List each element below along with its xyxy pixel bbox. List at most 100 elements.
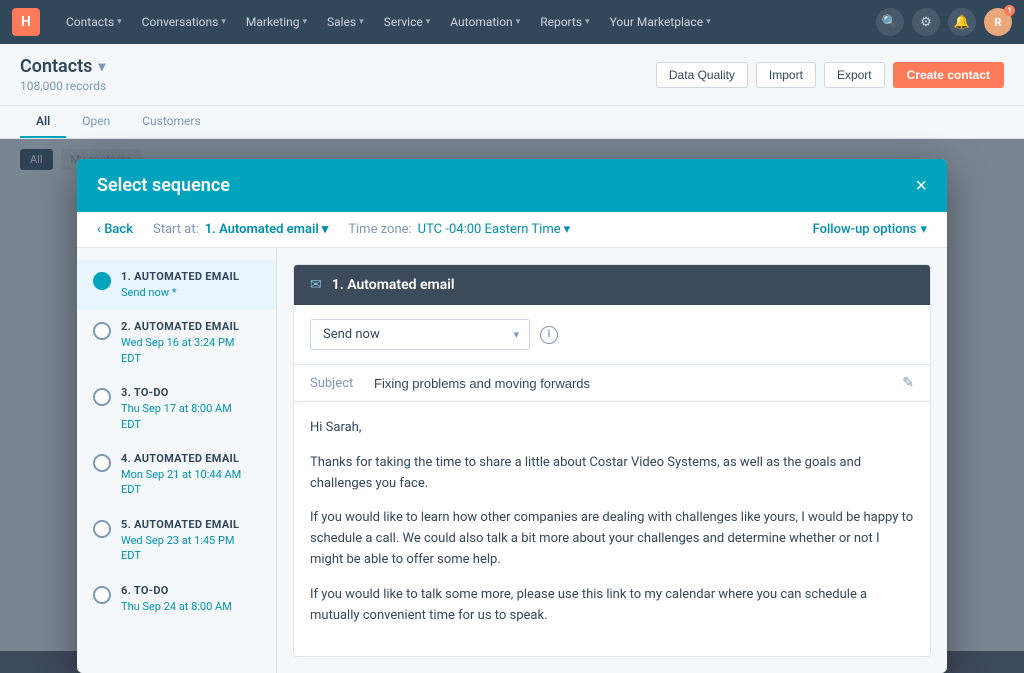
data-quality-button[interactable]: Data Quality — [656, 62, 748, 88]
chevron-down-icon: ▾ — [564, 222, 571, 237]
followup-options-button[interactable]: Follow-up options ▾ — [813, 222, 927, 237]
timezone-value[interactable]: UTC -04:00 Eastern Time ▾ — [418, 222, 571, 237]
chevron-down-icon: ▾ — [359, 17, 364, 27]
step-indicator — [93, 454, 111, 472]
edit-icon: ✎ — [902, 375, 914, 391]
select-sequence-modal: Select sequence × ‹ Back Start at: 1. Au… — [77, 159, 947, 673]
chevron-down-icon: ▾ — [426, 17, 431, 27]
step-time: Wed Sep 23 at 1:45 PM EDT — [121, 533, 239, 564]
nav-reports[interactable]: Reports ▾ — [532, 11, 597, 33]
step-info: 2. AUTOMATED EMAIL Wed Sep 16 at 3:24 PM… — [121, 320, 239, 366]
nav-items: Contacts ▾ Conversations ▾ Marketing ▾ S… — [58, 11, 858, 33]
modal-header: Select sequence × — [77, 159, 947, 212]
nav-service[interactable]: Service ▾ — [376, 11, 439, 33]
settings-icon[interactable]: ⚙ — [912, 8, 940, 36]
export-button[interactable]: Export — [824, 62, 885, 88]
step-indicator — [93, 322, 111, 340]
step-type: 4. AUTOMATED EMAIL — [121, 452, 241, 465]
step-type: 5. AUTOMATED EMAIL — [121, 518, 239, 531]
email-body: Hi Sarah, Thanks for taking the time to … — [294, 402, 930, 656]
send-now-label: Send now — [323, 327, 380, 342]
step-type: 2. AUTOMATED EMAIL — [121, 320, 239, 333]
chevron-down-icon: ▾ — [221, 17, 226, 27]
modal-close-button[interactable]: × — [915, 176, 927, 196]
email-paragraph-2: If you would like to learn how other com… — [310, 508, 914, 570]
modal-body: 1. AUTOMATED EMAIL Send now * 2. AUTOMAT… — [77, 248, 947, 673]
step-time: Thu Sep 17 at 8:00 AM EDT — [121, 401, 232, 432]
email-paragraph-1: Thanks for taking the time to share a li… — [310, 453, 914, 495]
send-now-dropdown[interactable]: Send now ▾ — [310, 319, 530, 350]
notification-badge: 1 — [1004, 5, 1015, 16]
info-icon[interactable]: i — [540, 326, 558, 344]
subject-label: Subject — [310, 376, 362, 391]
email-paragraph-3: If you would like to talk some more, ple… — [310, 585, 914, 627]
subject-input[interactable] — [374, 376, 890, 391]
nav-marketing[interactable]: Marketing ▾ — [238, 11, 315, 33]
step-info: 3. TO-DO Thu Sep 17 at 8:00 AM EDT — [121, 386, 232, 432]
chevron-down-icon: ▾ — [303, 17, 308, 27]
tab-customers[interactable]: Customers — [126, 106, 216, 138]
sequence-step-1[interactable]: 1. AUTOMATED EMAIL Send now * — [77, 260, 276, 310]
email-panel: ✉ 1. Automated email Send now ▾ i — [293, 264, 931, 657]
tab-all[interactable]: All — [20, 106, 66, 138]
record-count: 108,000 records — [20, 79, 106, 93]
nav-automation[interactable]: Automation ▾ — [442, 11, 528, 33]
timezone-label: Time zone: — [348, 222, 411, 237]
step-time: Thu Sep 24 at 8:00 AM — [121, 599, 232, 614]
page-content: All My contacts Select sequence × ‹ Back… — [0, 139, 1024, 651]
modal-subheader: ‹ Back Start at: 1. Automated email ▾ Ti… — [77, 212, 947, 248]
chevron-down-icon: ▾ — [706, 17, 711, 27]
sequence-step-6[interactable]: 6. TO-DO Thu Sep 24 at 8:00 AM — [77, 574, 276, 624]
step-indicator — [93, 272, 111, 290]
modal-overlay: Select sequence × ‹ Back Start at: 1. Au… — [0, 139, 1024, 651]
top-navigation: H Contacts ▾ Conversations ▾ Marketing ▾… — [0, 0, 1024, 44]
step-info: 5. AUTOMATED EMAIL Wed Sep 23 at 1:45 PM… — [121, 518, 239, 564]
sequence-step-3[interactable]: 3. TO-DO Thu Sep 17 at 8:00 AM EDT — [77, 376, 276, 442]
sequence-main-content: ✉ 1. Automated email Send now ▾ i — [277, 248, 947, 673]
email-panel-title: 1. Automated email — [332, 277, 455, 293]
step-info: 6. TO-DO Thu Sep 24 at 8:00 AM — [121, 584, 232, 614]
sequence-sidebar: 1. AUTOMATED EMAIL Send now * 2. AUTOMAT… — [77, 248, 277, 673]
step-type: 3. TO-DO — [121, 386, 232, 399]
chevron-down-icon: ▾ — [585, 17, 590, 27]
create-contact-button[interactable]: Create contact — [893, 62, 1004, 88]
email-greeting: Hi Sarah, — [310, 418, 914, 439]
step-info: 4. AUTOMATED EMAIL Mon Sep 21 at 10:44 A… — [121, 452, 241, 498]
notifications-icon[interactable]: 🔔 — [948, 8, 976, 36]
search-icon[interactable]: 🔍 — [876, 8, 904, 36]
email-send-icon: ✉ — [310, 277, 322, 293]
step-type: 1. AUTOMATED EMAIL — [121, 270, 239, 283]
step-time: Send now * — [121, 285, 239, 300]
nav-marketplace[interactable]: Your Marketplace ▾ — [602, 11, 719, 33]
tab-open[interactable]: Open — [66, 106, 126, 138]
step-time: Mon Sep 21 at 10:44 AM EDT — [121, 467, 241, 498]
subheader-actions: Data Quality Import Export Create contac… — [656, 62, 1004, 88]
step-indicator — [93, 586, 111, 604]
back-button[interactable]: ‹ Back — [97, 222, 133, 237]
user-avatar[interactable]: R 1 — [984, 8, 1012, 36]
chevron-down-icon: ▾ — [513, 328, 519, 341]
sequence-step-4[interactable]: 4. AUTOMATED EMAIL Mon Sep 21 at 10:44 A… — [77, 442, 276, 508]
chevron-down-icon: ▾ — [920, 222, 927, 237]
chevron-down-icon: ▾ — [117, 17, 122, 27]
start-at-value[interactable]: 1. Automated email ▾ — [205, 222, 329, 237]
hubspot-logo[interactable]: H — [12, 8, 40, 36]
nav-conversations[interactable]: Conversations ▾ — [134, 11, 234, 33]
title-chevron-icon[interactable]: ▾ — [98, 59, 105, 75]
subject-row: Subject ✎ — [294, 365, 930, 402]
import-button[interactable]: Import — [756, 62, 816, 88]
step-info: 1. AUTOMATED EMAIL Send now * — [121, 270, 239, 300]
nav-sales[interactable]: Sales ▾ — [319, 11, 372, 33]
step-indicator — [93, 388, 111, 406]
timezone-control: Time zone: UTC -04:00 Eastern Time ▾ — [348, 222, 570, 237]
page-title: Contacts ▾ — [20, 56, 106, 77]
sequence-step-5[interactable]: 5. AUTOMATED EMAIL Wed Sep 23 at 1:45 PM… — [77, 508, 276, 574]
email-panel-header: ✉ 1. Automated email — [294, 265, 930, 305]
nav-contacts[interactable]: Contacts ▾ — [58, 11, 130, 33]
tabs-bar: All Open Customers — [0, 106, 1024, 139]
start-at-control: Start at: 1. Automated email ▾ — [153, 222, 328, 237]
sequence-step-2[interactable]: 2. AUTOMATED EMAIL Wed Sep 16 at 3:24 PM… — [77, 310, 276, 376]
nav-right-controls: 🔍 ⚙ 🔔 R 1 — [876, 8, 1012, 36]
start-at-label: Start at: — [153, 222, 199, 237]
step-time: Wed Sep 16 at 3:24 PM EDT — [121, 335, 239, 366]
